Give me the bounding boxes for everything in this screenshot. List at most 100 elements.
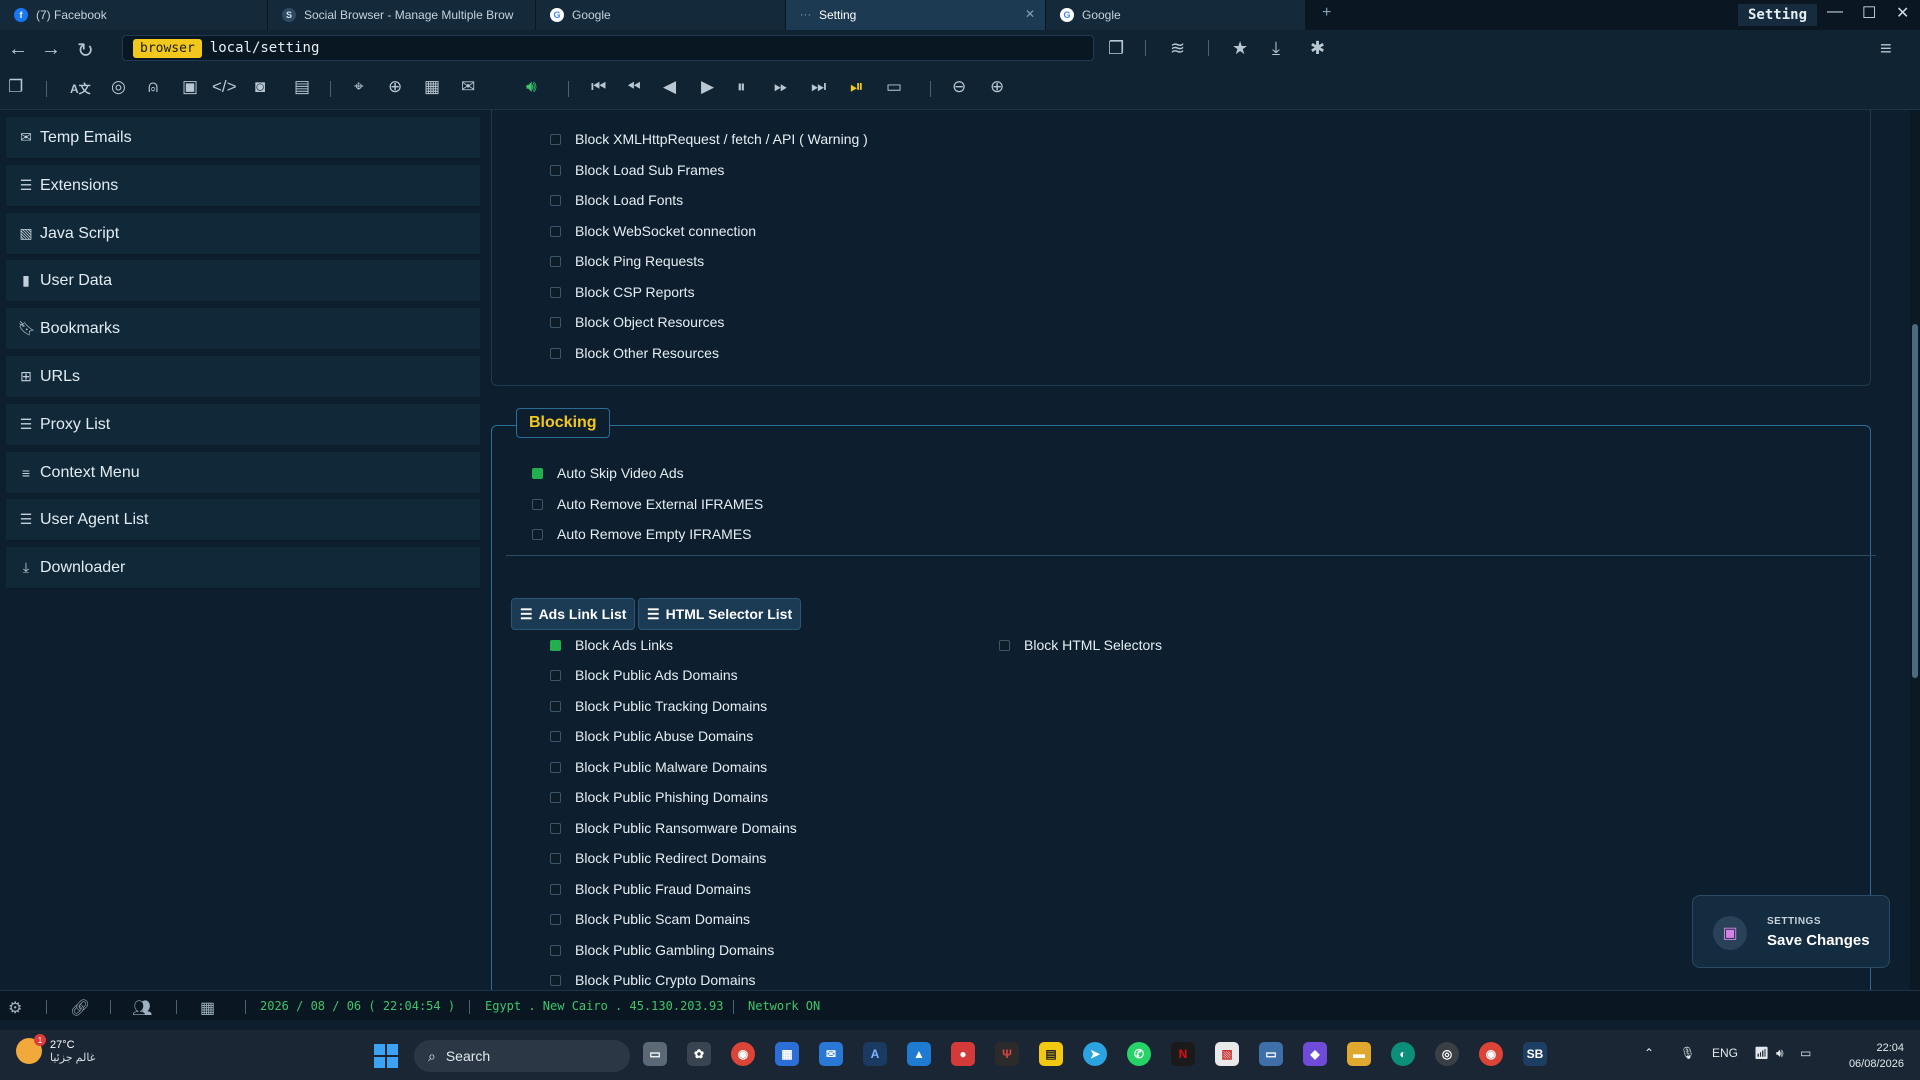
checkbox[interactable]	[999, 639, 1010, 651]
sidebar-item-java-script[interactable]: ▧ Java Script	[6, 213, 480, 255]
checkbox[interactable]	[550, 669, 561, 681]
option-auto-remove-empty-iframes[interactable]: Auto Remove Empty IFRAMES	[532, 526, 752, 542]
sidebar-item-temp-emails[interactable]: ✉ Temp Emails	[6, 117, 480, 159]
tab-google-2[interactable]: G Google	[1046, 0, 1306, 30]
option-block-public-gambling-domains[interactable]: Block Public Gambling Domains	[550, 942, 774, 958]
code-icon[interactable]: </>	[212, 77, 237, 97]
option-block-public-abuse-domains[interactable]: Block Public Abuse Domains	[550, 728, 753, 744]
volume-icon[interactable]: 🔊︎	[526, 77, 537, 97]
forward-icon[interactable]: →	[41, 38, 61, 61]
globe-icon[interactable]: ⊕	[388, 77, 402, 97]
app-red-icon[interactable]: ●	[951, 1042, 975, 1066]
checkbox[interactable]	[550, 194, 561, 206]
edge-icon[interactable]: ◐	[1391, 1042, 1415, 1066]
tab-google-1[interactable]: G Google	[536, 0, 786, 30]
scrollbar-thumb[interactable]	[1912, 324, 1918, 678]
chrome-icon[interactable]: ◎	[111, 77, 126, 97]
checkbox[interactable]	[532, 467, 543, 479]
outlook-icon[interactable]: ✉	[819, 1042, 843, 1066]
option-block-fonts[interactable]: Block Load Fonts	[550, 192, 683, 208]
screen-icon[interactable]: ▭	[1259, 1042, 1283, 1066]
option-block-public-scam-domains[interactable]: Block Public Scam Domains	[550, 911, 750, 927]
robot-icon[interactable]: ▦	[424, 77, 440, 97]
option-block-public-malware-domains[interactable]: Block Public Malware Domains	[550, 759, 767, 775]
checkbox[interactable]	[550, 913, 561, 925]
option-block-csp[interactable]: Block CSP Reports	[550, 284, 695, 300]
option-block-public-ads-domains[interactable]: Block Public Ads Domains	[550, 667, 738, 683]
close-window-icon[interactable]: ✕	[1896, 3, 1909, 23]
photos-icon[interactable]: ▲	[907, 1042, 931, 1066]
sidebar-item-downloader[interactable]: ⤓ Downloader	[6, 547, 480, 589]
save-changes-button[interactable]: Save Changes	[1767, 932, 1870, 949]
netflix-icon[interactable]: N	[1171, 1042, 1195, 1066]
checkbox[interactable]	[550, 639, 561, 651]
sticky-notes-icon[interactable]: ▤	[1039, 1042, 1063, 1066]
option-block-public-redirect-domains[interactable]: Block Public Redirect Domains	[550, 850, 766, 866]
maximize-icon[interactable]: ☐	[1862, 3, 1876, 23]
save-icon[interactable]: ▤	[294, 77, 310, 97]
option-block-other[interactable]: Block Other Resources	[550, 345, 719, 361]
social-browser-icon[interactable]: SB	[1523, 1042, 1547, 1066]
checkbox[interactable]	[550, 316, 561, 328]
zoom-out-icon[interactable]: ⊖	[952, 77, 966, 97]
checkbox[interactable]	[550, 974, 561, 986]
chrome-icon[interactable]: ◉	[731, 1042, 755, 1066]
battery-icon[interactable]: ▭	[1800, 1046, 1811, 1060]
extension-icon[interactable]: ✱	[1310, 38, 1325, 59]
checkbox[interactable]	[550, 944, 561, 956]
camera-icon[interactable]: ◙	[255, 77, 265, 97]
location-pin-icon[interactable]: ⌖	[354, 77, 364, 97]
taskbar-search[interactable]: ⌕ Search	[414, 1040, 630, 1072]
checkbox[interactable]	[550, 883, 561, 895]
layers-icon[interactable]: ≋	[1170, 38, 1185, 59]
sidebar-item-bookmarks[interactable]: 🔖︎ Bookmarks	[6, 308, 480, 350]
minimize-icon[interactable]: —	[1827, 3, 1843, 21]
tab-setting[interactable]: ··· Setting ✕	[786, 0, 1046, 30]
link-icon[interactable]: 🔗︎	[70, 998, 90, 1018]
whatsapp-icon[interactable]: ✆	[1127, 1042, 1151, 1066]
option-block-ping[interactable]: Block Ping Requests	[550, 253, 704, 269]
sidebar-item-proxy-list[interactable]: ☰ Proxy List	[6, 404, 480, 446]
checkbox[interactable]	[550, 700, 561, 712]
tab-facebook[interactable]: f (7) Facebook	[0, 0, 268, 30]
app-a-icon[interactable]: A	[863, 1042, 887, 1066]
backward-icon[interactable]: ◀	[663, 77, 676, 97]
sidebar-item-user-agent-list[interactable]: ☰ User Agent List	[6, 499, 480, 541]
new-tab-button[interactable]: +	[1322, 4, 1331, 22]
menu-icon[interactable]: ≡	[1880, 38, 1892, 61]
tab-ads-link-list[interactable]: ☰ Ads Link List	[511, 598, 636, 630]
address-bar[interactable]: browser local/setting	[122, 35, 1094, 61]
checkbox[interactable]	[550, 347, 561, 359]
wifi-icon[interactable]: 📶︎	[1754, 1046, 1769, 1060]
back-icon[interactable]: ←	[8, 38, 28, 61]
file-explorer-icon[interactable]: ▬	[1347, 1042, 1371, 1066]
checkbox[interactable]	[550, 225, 561, 237]
lock-icon[interactable]: ▣	[182, 77, 198, 97]
tray-chevron-icon[interactable]: ⌃	[1644, 1046, 1654, 1060]
option-block-xhr[interactable]: Block XMLHttpRequest / fetch / API ( War…	[550, 131, 868, 147]
windows-icon[interactable]: ❐	[8, 77, 23, 97]
checkbox[interactable]	[550, 822, 561, 834]
option-block-public-fraud-domains[interactable]: Block Public Fraud Domains	[550, 881, 751, 897]
checkbox[interactable]	[532, 528, 543, 540]
taskbar-clock[interactable]: 22:04 06/08/2026	[1836, 1040, 1904, 1072]
reload-icon[interactable]: ↻	[77, 38, 94, 63]
telegram-icon[interactable]: ➤	[1083, 1042, 1107, 1066]
checkbox[interactable]	[550, 761, 561, 773]
store-icon[interactable]: ▦	[775, 1042, 799, 1066]
fast-backward-icon[interactable]: ⏪︎	[627, 77, 641, 97]
sidebar-item-extensions[interactable]: ☰ Extensions	[6, 165, 480, 207]
option-block-object[interactable]: Block Object Resources	[550, 314, 724, 330]
start-button[interactable]	[374, 1044, 398, 1068]
microphone-icon[interactable]: 🎙︎	[1680, 1046, 1695, 1060]
option-block-html-selectors[interactable]: Block HTML Selectors	[999, 637, 1162, 653]
bookmark-star-icon[interactable]: ★	[1232, 38, 1248, 59]
tab-social-browser[interactable]: S Social Browser - Manage Multiple Brow	[268, 0, 536, 30]
sidebar-item-urls[interactable]: ⊞ URLs	[6, 356, 480, 398]
speaker-icon[interactable]: 🔊︎	[1776, 1046, 1784, 1061]
skip-end-icon[interactable]: ⏯︎	[850, 77, 864, 97]
checkbox[interactable]	[550, 164, 561, 176]
skip-start-icon[interactable]: ⏮︎	[591, 77, 606, 97]
copy-icon[interactable]: ❐	[1108, 38, 1124, 59]
play-icon[interactable]: ▶	[701, 77, 714, 97]
